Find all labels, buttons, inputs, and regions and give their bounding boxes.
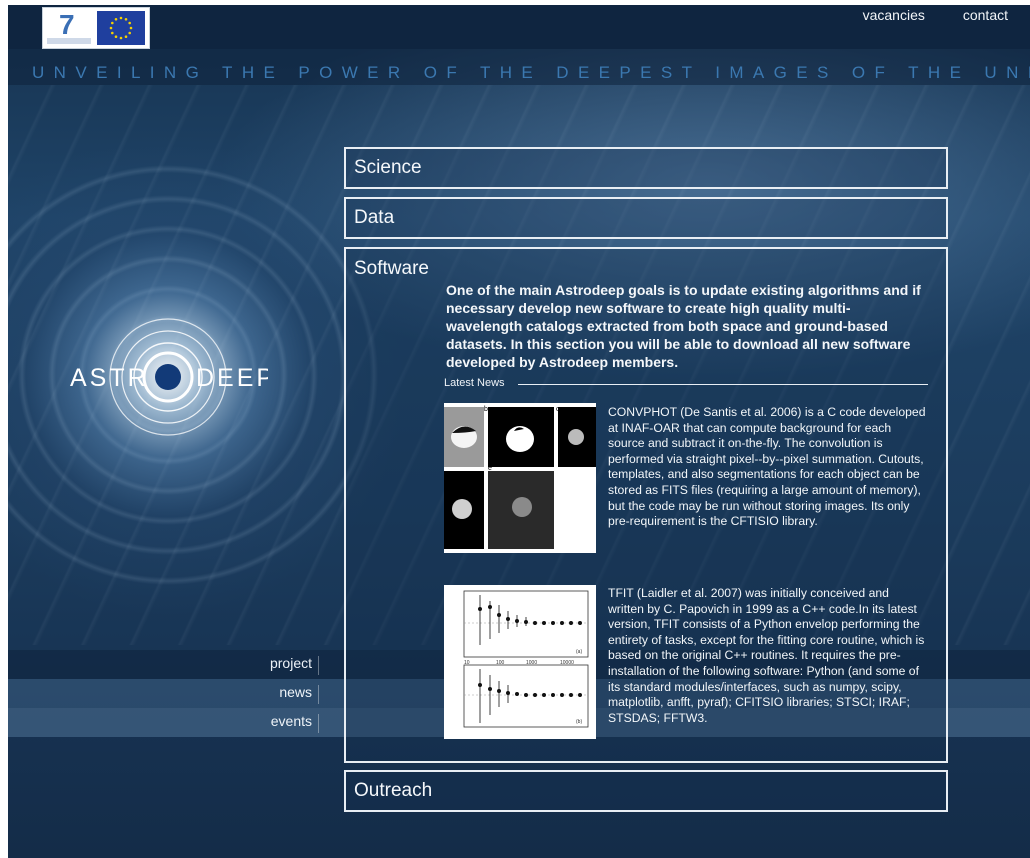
svg-text:1000: 1000 [526, 660, 537, 666]
contact-link[interactable]: contact [963, 7, 1008, 23]
tagline: UNVEILING THE POWER OF THE DEEPEST IMAGE… [32, 63, 1030, 82]
tfit-description: TFIT (Laidler et al. 2007) was initially… [608, 586, 925, 725]
eu-flag-icon [97, 11, 145, 45]
convphot-description: CONVPHOT (De Santis et al. 2006) is a C … [608, 405, 926, 529]
latest-news-header: Latest News [444, 377, 928, 391]
tagline-bar: UNVEILING THE POWER OF THE DEEPEST IMAGE… [8, 49, 1030, 85]
tfit-plot-image[interactable]: 10 100 1000 10000 (a) (b) [444, 585, 596, 739]
section-software: Software One of the main Astrodeep goals… [344, 247, 948, 763]
nav-item-news[interactable]: news [279, 684, 312, 700]
convphot-image[interactable]: b c e [444, 403, 596, 553]
latest-news-label: Latest News [444, 377, 505, 389]
astrodeep-logo[interactable]: ASTR DEEP [68, 317, 268, 437]
fp7-logo: 7 [45, 10, 93, 46]
top-links: vacancies contact [863, 7, 1008, 23]
svg-text:(a): (a) [576, 649, 582, 655]
section-data[interactable]: Data [344, 197, 948, 239]
nav-item-project[interactable]: project [270, 655, 312, 671]
top-bar: 7 vacancies contact [8, 5, 1030, 49]
section-title-science: Science [354, 157, 422, 178]
section-title-outreach: Outreach [354, 780, 433, 801]
vacancies-link[interactable]: vacancies [863, 7, 925, 23]
software-intro: One of the main Astrodeep goals is to up… [446, 282, 921, 370]
section-title-software[interactable]: Software [354, 258, 429, 280]
section-outreach[interactable]: Outreach [344, 770, 948, 812]
section-title-data: Data [354, 207, 395, 228]
svg-text:b: b [484, 406, 488, 413]
svg-text:e: e [488, 465, 492, 472]
svg-text:(b): (b) [576, 719, 582, 725]
svg-text:c: c [556, 406, 560, 413]
svg-text:10000: 10000 [560, 660, 574, 666]
latest-news-rule [518, 384, 928, 385]
partner-logos: 7 [42, 7, 150, 49]
svg-text:100: 100 [496, 660, 505, 666]
page: 7 vacancies contact UNVEILING THE POWER … [8, 5, 1030, 858]
svg-text:10: 10 [464, 660, 470, 666]
nav-item-events[interactable]: events [271, 713, 312, 729]
svg-text:DEEP: DEEP [196, 364, 268, 392]
svg-text:ASTR: ASTR [70, 364, 149, 392]
section-science[interactable]: Science [344, 147, 948, 189]
